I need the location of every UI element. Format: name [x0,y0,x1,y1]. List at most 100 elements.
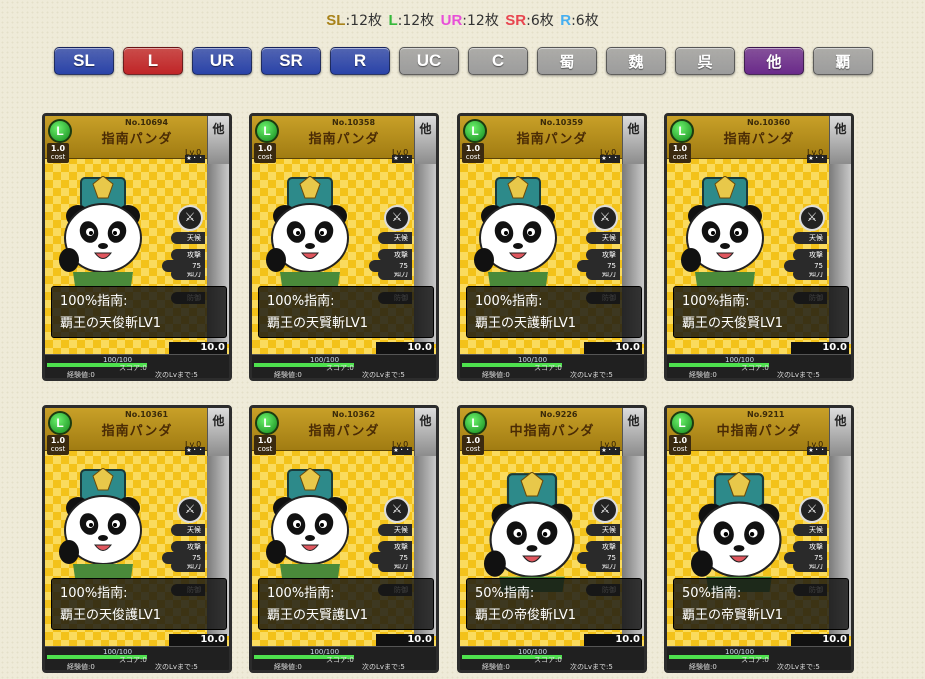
unit-card[interactable]: L1.0costNo.9226中指南パンダLv.0他★・・⚔天候攻撃知力防御75… [457,405,647,673]
skill-panel: 50%指南: 覇王の帝俊斬LV1 [466,578,642,630]
attack-value: 75 [369,260,412,272]
sword-icon: ⚔ [384,497,410,523]
unit-card[interactable]: L1.0costNo.10359指南パンダLv.0他★・・⚔天候攻撃知力防御75… [457,113,647,381]
filter-button-7[interactable]: 蜀 [537,47,597,75]
filter-button-0[interactable]: SL [54,47,114,75]
rarity-badge: L [48,411,72,435]
next-level-text: 次のLvまで:5 [155,663,198,671]
attack-value: 75 [577,260,620,272]
card-name: 指南パンダ [308,424,380,439]
skill-name: 覇王の帝賢斬LV1 [682,608,783,623]
rarity-count-r: R:6枚 [560,12,598,29]
faction-badge: 他 [622,408,644,456]
filter-button-6[interactable]: C [468,47,528,75]
skill-panel: 100%指南: 覇王の天俊賢LV1 [673,286,849,338]
card-number: No.10361 [125,410,169,419]
filter-button-9[interactable]: 呉 [675,47,735,75]
skill-name: 覇王の天俊護LV1 [60,608,161,623]
card-value: 10.0 [376,342,434,354]
skill-percent: 100%指南: [267,586,335,601]
exp-text: 経験値:0 [274,663,302,671]
score-text: スコア:0 [741,656,769,664]
exp-text: 経験値:0 [67,371,95,379]
score-text: スコア:0 [534,364,562,372]
card-name: 指南パンダ [516,132,588,147]
rarity-label: SL [326,12,346,29]
filter-button-2[interactable]: UR [192,47,252,75]
next-level-text: 次のLvまで:5 [155,371,198,379]
rarity-badge: L [670,119,694,143]
star-rating: ★・・ [185,447,205,455]
card-footer: 100/100 スコア:0 経験値:0 次のLvまで:5 [45,354,229,379]
filter-button-8[interactable]: 魏 [606,47,666,75]
sword-icon: ⚔ [799,205,825,231]
unit-card[interactable]: L1.0costNo.10358指南パンダLv.0他★・・⚔天候攻撃知力防御75… [249,113,439,381]
filter-button-4[interactable]: R [330,47,390,75]
rarity-count: 12枚 [467,13,499,29]
skill-panel: 100%指南: 覇王の天賢斬LV1 [258,286,434,338]
stat-pill: 天候 [793,524,827,536]
next-level-text: 次のLvまで:5 [570,371,613,379]
unit-card[interactable]: L1.0costNo.10360指南パンダLv.0他★・・⚔天候攻撃知力防御75… [664,113,854,381]
card-number: No.10360 [747,118,791,127]
cost-value: 1.0 [465,436,481,445]
faction-badge: 他 [207,116,229,164]
card-name: 指南パンダ [723,132,795,147]
faction-badge: 他 [829,408,851,456]
filter-button-1[interactable]: L [123,47,183,75]
sword-icon: ⚔ [177,497,203,523]
faction-badge: 他 [207,408,229,456]
unit-card[interactable]: L1.0costNo.9211中指南パンダLv.0他★・・⚔天候攻撃知力防御75… [664,405,854,673]
unit-card[interactable]: L1.0costNo.10694指南パンダLv.0他★・・⚔天候攻撃知力防御75… [42,113,232,381]
exp-text: 経験値:0 [67,663,95,671]
cost-value: 1.0 [672,144,688,153]
card-value: 10.0 [169,342,227,354]
skill-percent: 100%指南: [475,294,543,309]
filter-bar: SL L UR SR R UC C 蜀魏呉他覇 [54,47,873,75]
card-value: 10.0 [791,342,849,354]
panda-general-icon [474,176,557,286]
cost-label: cost [465,153,481,161]
attack-value: 75 [369,552,412,564]
rarity-label: UR [440,12,463,29]
card-footer: 100/100 スコア:0 経験値:0 次のLvまで:5 [45,646,229,671]
attack-value: 75 [784,552,827,564]
attack-value: 75 [577,552,620,564]
skill-name: 覇王の天賢護LV1 [267,608,368,623]
star-rating: ★・・ [185,155,205,163]
rarity-badge: L [48,119,72,143]
rarity-count-ur: UR:12枚 [440,12,499,29]
filter-button-5[interactable]: UC [399,47,459,75]
cost-label: cost [672,153,688,161]
score-text: スコア:0 [741,364,769,372]
card-name: 指南パンダ [101,424,173,439]
filter-button-10[interactable]: 他 [744,47,804,75]
stat-pill: 天候 [793,232,827,244]
cost-value: 1.0 [257,436,273,445]
attack-value: 75 [784,260,827,272]
card-number: No.10694 [125,118,169,127]
next-level-text: 次のLvまで:5 [570,663,613,671]
panda-general-icon [59,176,142,286]
panda-general-icon [59,468,142,578]
star-rating: ★・・ [807,155,827,163]
rarity-label: L [388,12,398,29]
cost-badge: 1.0 cost [254,143,276,163]
star-rating: ★・・ [600,447,620,455]
unit-card[interactable]: L1.0costNo.10361指南パンダLv.0他★・・⚔天候攻撃知力防御75… [42,405,232,673]
filter-button-11[interactable]: 覇 [813,47,873,75]
score-text: スコア:0 [119,656,147,664]
filter-button-3[interactable]: SR [261,47,321,75]
faction-badge: 他 [414,408,436,456]
cost-badge: 1.0 cost [669,143,691,163]
skill-panel: 100%指南: 覇王の天護斬LV1 [466,286,642,338]
rarity-badge: L [255,119,279,143]
faction-badge: 他 [829,116,851,164]
cost-label: cost [257,153,273,161]
star-rating: ★・・ [807,447,827,455]
rarity-label: SR [505,12,527,29]
cost-badge: 1.0 cost [462,143,484,163]
unit-card[interactable]: L1.0costNo.10362指南パンダLv.0他★・・⚔天候攻撃知力防御75… [249,405,439,673]
card-value: 10.0 [376,634,434,646]
exp-text: 経験値:0 [689,371,717,379]
